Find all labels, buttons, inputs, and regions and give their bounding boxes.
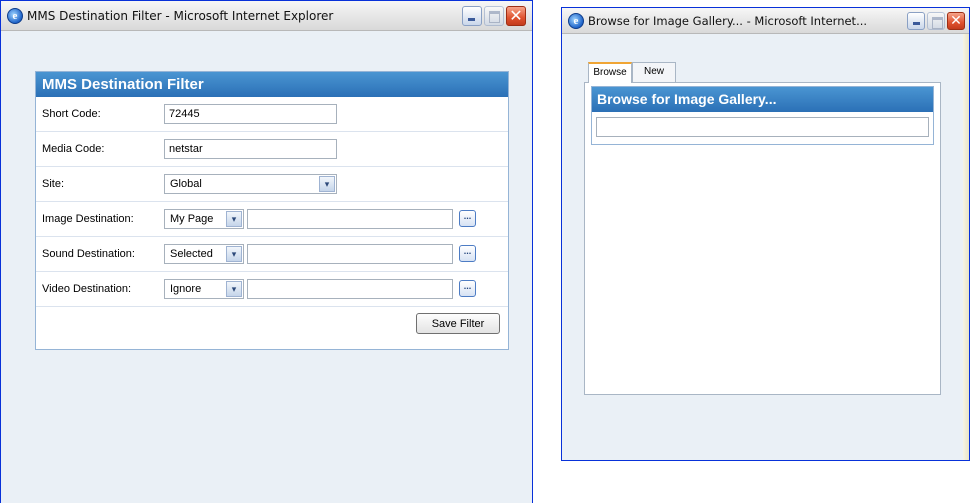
image-destination-select-value: My Page [170,213,214,225]
minimize-button[interactable] [462,5,482,26]
image-destination-label: Image Destination: [42,213,134,225]
image-destination-row: Image Destination: My Page ▾ ... [36,202,508,237]
save-row: Save Filter [36,307,508,340]
close-icon: ✕ [950,12,962,29]
media-code-input[interactable]: netstar [164,139,337,159]
mms-filter-panel: MMS Destination Filter Short Code: 72445… [35,71,509,350]
close-button[interactable]: ✕ [506,5,526,26]
browse-gallery-titlebar[interactable]: e Browse for Image Gallery... - Microsof… [562,8,969,34]
image-destination-path-input[interactable] [247,209,453,229]
sound-destination-browse-button[interactable]: ... [459,245,476,262]
window-title: MMS Destination Filter - Microsoft Inter… [27,8,334,23]
maximize-button[interactable] [484,5,504,26]
panel-title: MMS Destination Filter [36,72,508,97]
tab-browse[interactable]: Browse [588,62,632,83]
video-destination-select[interactable]: Ignore ▾ [164,279,244,299]
sound-destination-path-input[interactable] [247,244,453,264]
gallery-search-input[interactable] [596,117,929,137]
site-select[interactable]: Global ▾ [164,174,337,194]
chevron-down-icon[interactable]: ▾ [226,281,242,297]
short-code-label: Short Code: [42,108,101,120]
panel-title: Browse for Image Gallery... [592,87,933,112]
image-destination-browse-button[interactable]: ... [459,210,476,227]
tab-new[interactable]: New [632,62,676,82]
media-code-row: Media Code: netstar [36,132,508,167]
maximize-button[interactable] [927,11,945,30]
video-destination-label: Video Destination: [42,283,132,295]
mms-filter-titlebar[interactable]: e MMS Destination Filter - Microsoft Int… [1,1,532,31]
browse-gallery-panel: Browse for Image Gallery... [584,82,941,395]
chevron-down-icon[interactable]: ▾ [319,176,335,192]
vertical-scrollbar[interactable] [963,34,969,460]
video-destination-browse-button[interactable]: ... [459,280,476,297]
sound-destination-label: Sound Destination: [42,248,135,260]
close-icon: ✕ [509,5,523,25]
sound-destination-row: Sound Destination: Selected ▾ ... [36,237,508,272]
window-title: Browse for Image Gallery... - Microsoft … [588,13,868,28]
chevron-down-icon[interactable]: ▾ [226,246,242,262]
minimize-button[interactable] [907,11,925,30]
gallery-box: Browse for Image Gallery... [591,86,934,145]
sound-destination-select-value: Selected [170,248,213,260]
media-code-label: Media Code: [42,143,105,155]
internet-explorer-icon: e [568,12,584,29]
chevron-down-icon[interactable]: ▾ [226,211,242,227]
site-label: Site: [42,178,65,190]
short-code-input[interactable]: 72445 [164,104,337,124]
sound-destination-select[interactable]: Selected ▾ [164,244,244,264]
image-destination-select[interactable]: My Page ▾ [164,209,244,229]
save-filter-button[interactable]: Save Filter [416,313,500,334]
video-destination-select-value: Ignore [170,283,202,295]
video-destination-path-input[interactable] [247,279,453,299]
video-destination-row: Video Destination: Ignore ▾ ... [36,272,508,307]
mms-filter-window: e MMS Destination Filter - Microsoft Int… [0,0,533,503]
short-code-row: Short Code: 72445 [36,97,508,132]
close-button[interactable]: ✕ [947,11,965,30]
internet-explorer-icon: e [7,7,23,24]
browse-gallery-window: e Browse for Image Gallery... - Microsof… [561,7,970,461]
site-select-value: Global [170,178,202,190]
site-row: Site: Global ▾ [36,167,508,202]
